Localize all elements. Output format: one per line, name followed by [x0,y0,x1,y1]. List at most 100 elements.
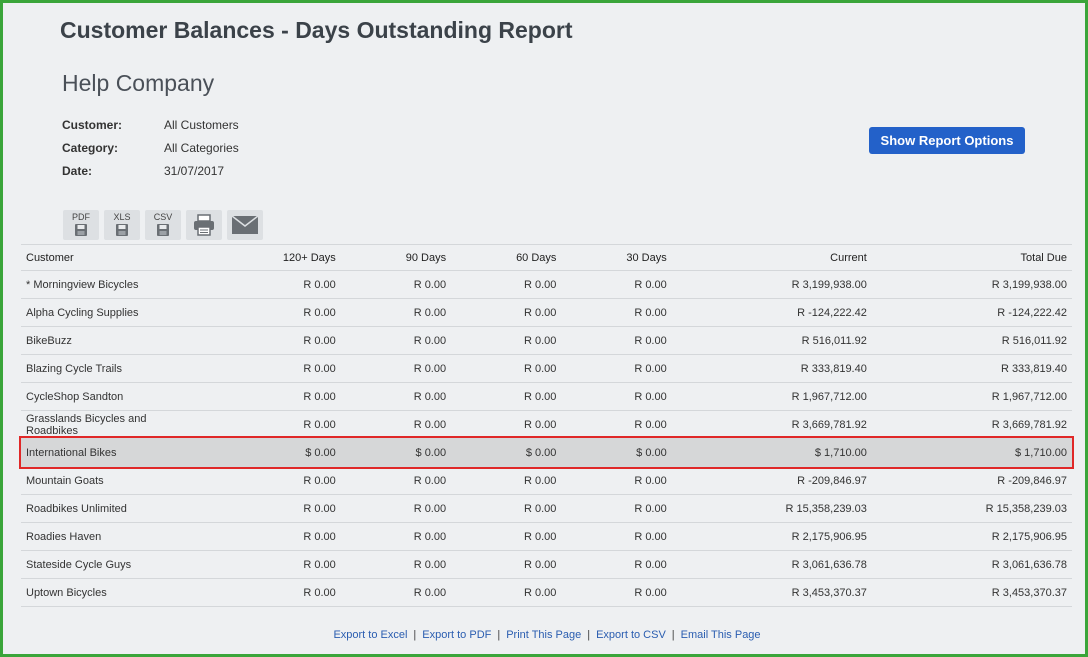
disk-icon [157,224,169,236]
customer-cell[interactable]: * Morningview Bicycles [21,270,203,299]
table-row[interactable]: Uptown Bicycles R 0.00 R 0.00 R 0.00 R 0.00 R… [21,578,1072,607]
customer-cell[interactable]: International Bikes [21,438,203,467]
export-pdf-button[interactable]: PDF [63,210,99,240]
customer-cell[interactable]: Roadbikes Unlimited [21,494,203,523]
table-row[interactable]: Blazing Cycle Trails R 0.00 R 0.00 R 0.00 R … [21,354,1072,383]
days-60-cell: R 0.00 [451,494,562,523]
show-report-options-button[interactable]: Show Report Options [869,127,1025,154]
days-120-cell: R 0.00 [203,494,341,523]
print-button[interactable] [186,210,222,240]
table-row[interactable]: International Bikes $ 0.00 $ 0.00 $ 0.00 $ 0… [21,438,1072,467]
days-90-cell: R 0.00 [340,270,452,299]
table-row[interactable]: * Morningview Bicycles R 0.00 R 0.00 R 0.00… [21,270,1072,299]
disk-icon [116,224,128,236]
disk-icon [75,224,87,236]
filter-category-value: All Categories [164,141,239,155]
days-60-cell: R 0.00 [451,382,562,411]
current-cell: R 3,669,781.92 [671,410,872,439]
days-60-cell: R 0.00 [451,410,562,439]
customer-cell[interactable]: CycleShop Sandton [21,382,203,411]
table-row[interactable]: BikeBuzz R 0.00 R 0.00 R 0.00 R 0.00 R 516,01… [21,326,1072,355]
table-row[interactable]: Roadbikes Unlimited R 0.00 R 0.00 R 0.00 R 0… [21,494,1072,523]
filter-date-value: 31/07/2017 [164,164,225,178]
customer-cell[interactable]: Blazing Cycle Trails [21,354,203,383]
company-name: Help Company [62,70,215,96]
days-90-cell: R 0.00 [340,578,452,607]
printer-icon [194,214,214,236]
days-90-cell: R 0.00 [340,522,452,551]
col-60-days[interactable]: 60 Days [451,244,562,271]
table-row[interactable]: Mountain Goats R 0.00 R 0.00 R 0.00 R 0.00 R … [21,466,1072,495]
days-30-cell: $ 0.00 [561,438,672,467]
days-120-cell: R 0.00 [203,522,341,551]
export-xls-button[interactable]: XLS [104,210,140,240]
days-90-cell: R 0.00 [340,494,452,523]
table-row[interactable]: CycleShop Sandton R 0.00 R 0.00 R 0.00 R 0.0… [21,382,1072,411]
days-60-cell: R 0.00 [451,578,562,607]
days-90-cell: R 0.00 [340,550,452,579]
col-120-days[interactable]: 120+ Days [203,244,341,271]
col-current[interactable]: Current [671,244,872,271]
days-120-cell: R 0.00 [203,578,341,607]
days-120-cell: R 0.00 [203,382,341,411]
report-page: Customer Balances - Days Outstanding Rep… [0,0,1088,657]
page-title: Customer Balances - Days Outstanding Rep… [60,17,573,43]
print-page-link[interactable]: Print This Page [506,629,581,641]
export-pdf-link[interactable]: Export to PDF [422,629,491,641]
table-row[interactable]: Alpha Cycling Supplies R 0.00 R 0.00 R 0.00… [21,298,1072,327]
export-excel-link[interactable]: Export to Excel [333,629,407,641]
customer-cell[interactable]: Grasslands Bicycles and Roadbikes [21,410,203,439]
export-toolbar: PDF XLS CSV [63,210,263,240]
days-120-cell: R 0.00 [203,466,341,495]
total-due-cell: R 1,967,712.00 [871,382,1072,411]
pdf-label: PDF [72,212,90,222]
customer-cell[interactable]: Alpha Cycling Supplies [21,298,203,327]
customer-cell[interactable]: Stateside Cycle Guys [21,550,203,579]
export-csv-link[interactable]: Export to CSV [596,629,666,641]
days-90-cell: R 0.00 [340,298,452,327]
export-csv-button[interactable]: CSV [145,210,181,240]
col-total-due[interactable]: Total Due [871,244,1072,271]
days-60-cell: R 0.00 [451,466,562,495]
days-60-cell: R 0.00 [451,326,562,355]
current-cell: R 15,358,239.03 [671,494,872,523]
customer-cell[interactable]: BikeBuzz [21,326,203,355]
days-30-cell: R 0.00 [561,466,672,495]
current-cell: R 516,011.92 [671,326,872,355]
balances-table: Customer 120+ Days 90 Days 60 Days 30 Da… [21,244,1072,607]
current-cell: R 3,199,938.00 [671,270,872,299]
days-30-cell: R 0.00 [561,270,672,299]
customer-cell[interactable]: Roadies Haven [21,522,203,551]
current-cell: R 3,453,370.37 [671,578,872,607]
days-30-cell: R 0.00 [561,354,672,383]
current-cell: $ 1,710.00 [671,438,872,467]
customer-cell[interactable]: Uptown Bicycles [21,578,203,607]
days-60-cell: R 0.00 [451,298,562,327]
days-60-cell: $ 0.00 [451,438,562,467]
table-row[interactable]: Stateside Cycle Guys R 0.00 R 0.00 R 0.00 R … [21,550,1072,579]
days-30-cell: R 0.00 [561,550,672,579]
current-cell: R -124,222.42 [671,298,872,327]
email-button[interactable] [227,210,263,240]
total-due-cell: R 3,453,370.37 [871,578,1072,607]
days-30-cell: R 0.00 [561,522,672,551]
table-row[interactable]: Roadies Haven R 0.00 R 0.00 R 0.00 R 0.00 R 2… [21,522,1072,551]
footer-links: Export to Excel | Export to PDF | Print This… [333,629,761,641]
filter-customer-value: All Customers [164,118,239,132]
customer-cell[interactable]: Mountain Goats [21,466,203,495]
current-cell: R 3,061,636.78 [671,550,872,579]
days-30-cell: R 0.00 [561,578,672,607]
days-90-cell: R 0.00 [340,410,452,439]
days-90-cell: $ 0.00 [340,438,452,467]
email-page-link[interactable]: Email This Page [681,629,761,641]
col-90-days[interactable]: 90 Days [340,244,452,271]
days-120-cell: R 0.00 [203,270,341,299]
table-header-row: Customer 120+ Days 90 Days 60 Days 30 Da… [21,244,1072,271]
col-30-days[interactable]: 30 Days [561,244,672,271]
total-due-cell: R 2,175,906.95 [871,522,1072,551]
col-customer[interactable]: Customer [21,244,203,271]
days-120-cell: R 0.00 [203,298,341,327]
table-row[interactable]: Grasslands Bicycles and Roadbikes R 0.00 R… [21,410,1072,439]
days-90-cell: R 0.00 [340,382,452,411]
days-60-cell: R 0.00 [451,270,562,299]
